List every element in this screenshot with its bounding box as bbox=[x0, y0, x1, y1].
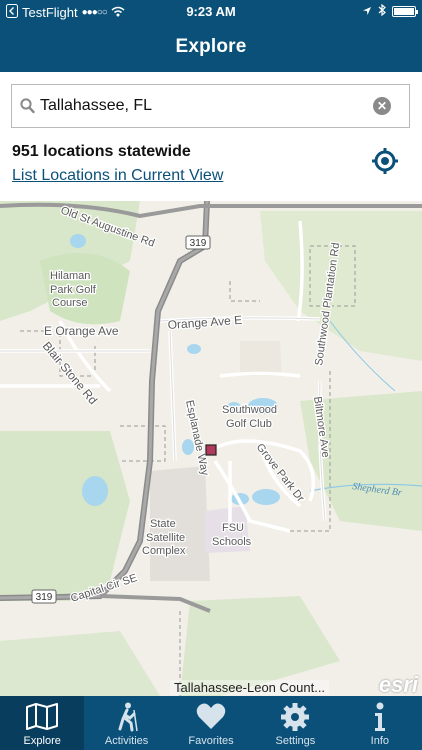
search-bar: ✕ bbox=[11, 84, 410, 128]
tab-favorites[interactable]: Favorites bbox=[169, 696, 253, 750]
tab-label: Info bbox=[370, 735, 389, 747]
tab-explore[interactable]: Explore bbox=[0, 696, 85, 750]
tab-bar: Explore Activities Favorites Settings In… bbox=[0, 696, 422, 750]
clear-search-icon[interactable]: ✕ bbox=[373, 97, 391, 115]
map-label: Southwood bbox=[222, 404, 277, 416]
hiker-icon bbox=[114, 702, 140, 737]
map-label: Esplanade Way bbox=[183, 399, 211, 477]
route-319-label: 319 bbox=[36, 592, 53, 603]
route-shield-319-north: 319 bbox=[185, 235, 211, 250]
search-input[interactable] bbox=[40, 85, 370, 127]
map-label: Blair Stone Rd bbox=[40, 339, 100, 407]
tab-info[interactable]: Info bbox=[338, 696, 422, 750]
map-view[interactable]: 319 319 Old St Augustine Rd Hilaman Park… bbox=[0, 201, 422, 696]
location-marker[interactable] bbox=[205, 444, 217, 456]
location-arrow-icon bbox=[362, 4, 372, 19]
search-icon bbox=[20, 98, 35, 119]
route-319-label: 319 bbox=[190, 238, 207, 249]
map-label: Park Golf bbox=[50, 284, 97, 296]
crosshair-icon bbox=[371, 148, 399, 179]
map-label: Complex bbox=[142, 545, 186, 557]
map-label: Hilaman bbox=[50, 270, 90, 282]
esri-logo: esri bbox=[378, 672, 418, 696]
bluetooth-icon bbox=[378, 3, 386, 19]
map-label: Orange Ave E bbox=[167, 313, 242, 332]
map-label: FSU bbox=[222, 522, 244, 534]
map-label: E Orange Ave bbox=[44, 324, 119, 338]
map-label: Schools bbox=[212, 536, 252, 548]
list-locations-link[interactable]: List Locations in Current View bbox=[12, 167, 223, 185]
map-label: Golf Club bbox=[226, 418, 272, 430]
tab-label: Settings bbox=[275, 735, 316, 747]
heart-icon bbox=[196, 702, 226, 735]
tab-settings[interactable]: Settings bbox=[253, 696, 337, 750]
gear-icon bbox=[280, 702, 310, 737]
tab-label: Explore bbox=[23, 735, 61, 747]
route-shield-319-south: 319 bbox=[31, 589, 57, 604]
top-bar: TestFlight ●●●○○ 9:23 AM Explore bbox=[0, 0, 422, 72]
map-label: Satellite bbox=[146, 532, 185, 544]
info-icon bbox=[372, 702, 388, 737]
map-label: Course bbox=[52, 297, 87, 309]
map-icon bbox=[25, 702, 59, 735]
current-location-button[interactable] bbox=[371, 147, 399, 180]
map-label: State bbox=[150, 518, 176, 530]
page-title: Explore bbox=[175, 36, 247, 57]
map-canvas[interactable]: 319 319 Old St Augustine Rd Hilaman Park… bbox=[0, 201, 422, 696]
status-bar: TestFlight ●●●○○ 9:23 AM bbox=[0, 0, 422, 22]
tab-label: Activities bbox=[104, 735, 149, 747]
tab-label: Favorites bbox=[188, 735, 234, 747]
status-time: 9:23 AM bbox=[186, 4, 236, 19]
location-count: 951 locations statewide bbox=[12, 143, 191, 160]
tab-activities[interactable]: Activities bbox=[84, 696, 168, 750]
map-attribution[interactable]: Tallahassee-Leon Count... bbox=[170, 680, 330, 695]
battery-icon bbox=[392, 6, 418, 17]
